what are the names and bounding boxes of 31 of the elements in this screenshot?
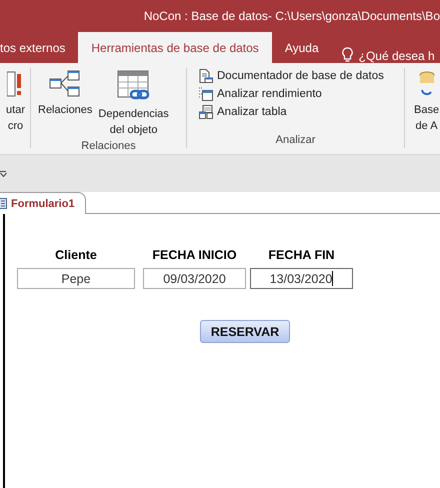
text-field[interactable]: 13/03/2020 (250, 268, 353, 289)
relationships-icon (49, 70, 82, 98)
ribbon-button[interactable]: Analizar tabla (199, 104, 392, 120)
ribbon-button[interactable]: Documentador de base de datos (199, 68, 392, 84)
reserve-button[interactable]: RESERVAR (200, 320, 290, 343)
field-label: Cliente (55, 248, 97, 262)
field-label: FECHA FIN (268, 248, 335, 262)
field-label: FECHA INICIO (152, 248, 237, 262)
table-split-icon (199, 105, 213, 119)
ribbon-button[interactable]: utar cro (5, 68, 26, 136)
document-icon (199, 69, 213, 83)
dropdown-icon[interactable] (0, 170, 7, 176)
ribbon-tab[interactable]: Ayuda (272, 32, 332, 63)
text-field[interactable]: Pepe (17, 268, 135, 289)
ribbon-tab[interactable]: tos externos (0, 32, 78, 63)
text-field[interactable]: 09/03/2020 (143, 268, 246, 289)
lightbulb-icon[interactable] (342, 47, 353, 63)
table-link-icon (116, 70, 151, 102)
group-label: Analizar (276, 134, 316, 146)
ribbon-button[interactable]: Analizar rendimiento (199, 86, 392, 102)
ribbon-button[interactable]: Dependencias del objeto (97, 68, 170, 140)
document-tab[interactable]: Formulario1 (0, 192, 86, 214)
group-label: Relaciones (81, 140, 136, 152)
ribbon-button[interactable]: Base de A (413, 68, 440, 136)
ribbon-button[interactable]: Relaciones (37, 68, 94, 140)
form-icon (0, 198, 7, 209)
ribbon-tab[interactable]: Herramientas de base de datos (78, 32, 272, 63)
tell-me-field[interactable]: ¿Qué desea h (358, 49, 435, 63)
form-list-icon (199, 87, 213, 101)
database-icon (418, 70, 435, 98)
window-title: NoCon : Base de datos- C:\Users\gonza\Documents\Bo (144, 9, 440, 23)
